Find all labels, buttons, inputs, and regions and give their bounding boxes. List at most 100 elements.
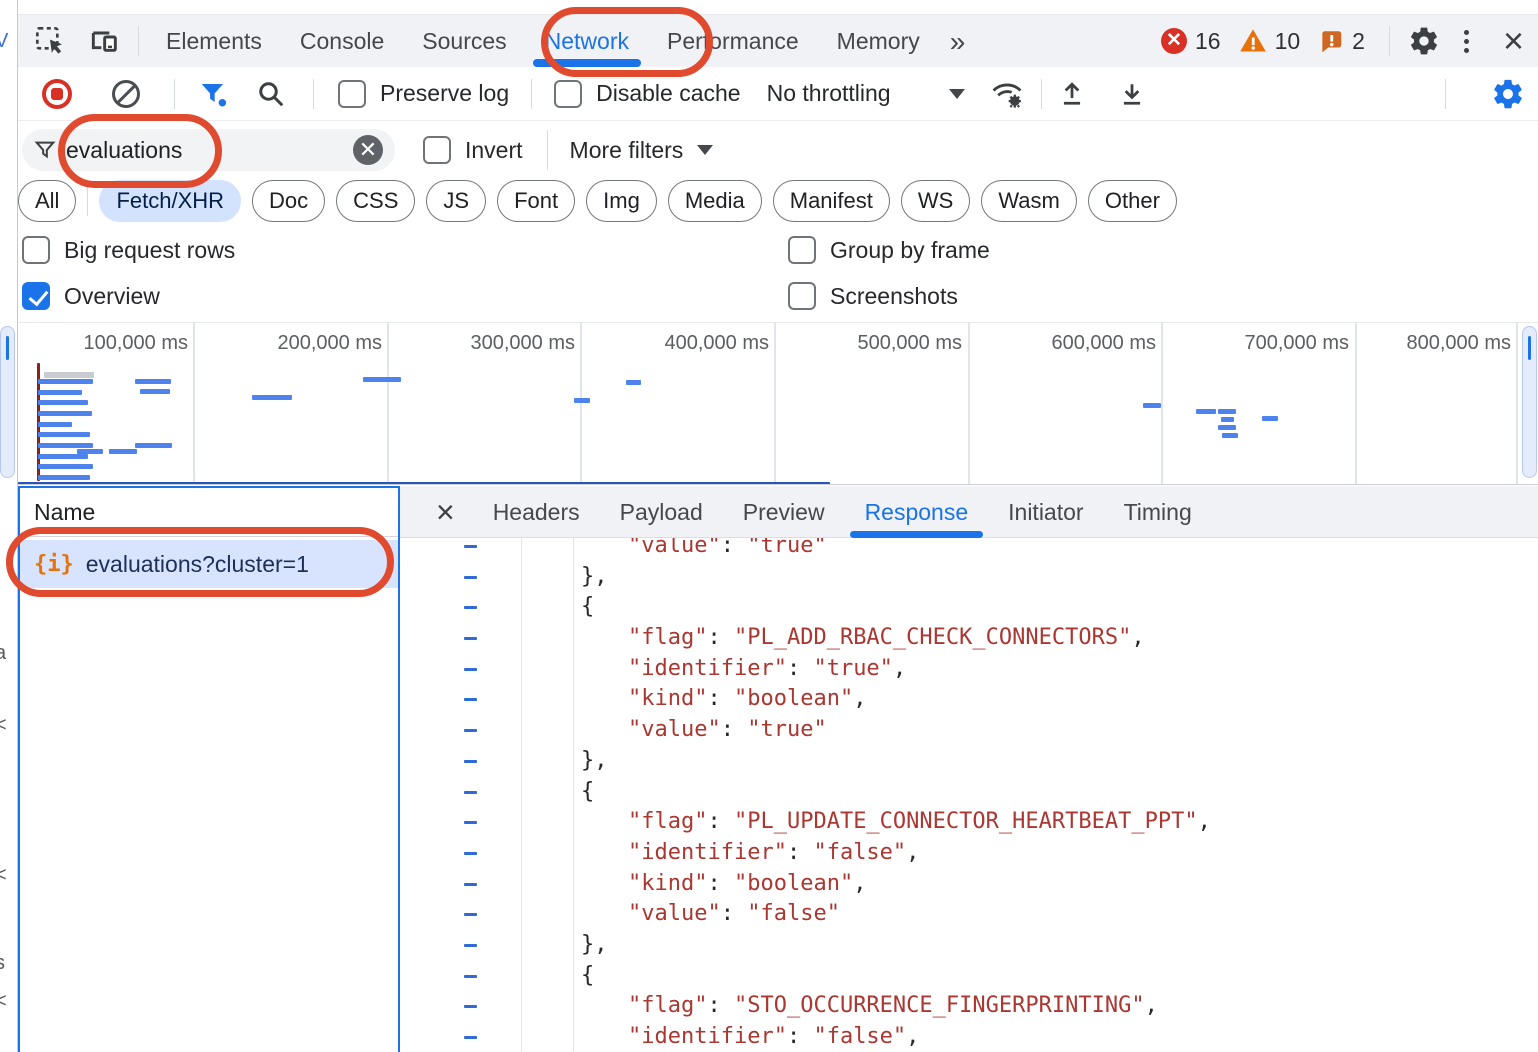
network-conditions-icon[interactable]: [987, 74, 1027, 114]
export-har-icon[interactable]: [1112, 74, 1152, 114]
throttling-select[interactable]: No throttling: [767, 80, 891, 107]
issues-count[interactable]: 2: [1352, 28, 1365, 55]
line-fold-dash-icon[interactable]: [464, 760, 477, 763]
line-fold-dash-icon[interactable]: [464, 545, 477, 548]
line-fold-dash-icon[interactable]: [464, 1005, 477, 1008]
import-har-icon[interactable]: [1052, 74, 1092, 114]
line-fold-dash-icon[interactable]: [464, 852, 477, 855]
name-column-header[interactable]: Name: [20, 488, 398, 537]
line-fold-dash-icon[interactable]: [464, 1036, 477, 1039]
throttling-caret-icon[interactable]: [949, 89, 965, 99]
line-fold-dash-icon[interactable]: [464, 791, 477, 794]
big-request-rows-checkbox[interactable]: [22, 236, 50, 264]
code-line: "kind": "boolean",: [400, 684, 1538, 715]
tab-performance[interactable]: Performance: [651, 15, 815, 68]
inspect-element-icon[interactable]: [30, 21, 70, 61]
tab-memory[interactable]: Memory: [821, 15, 936, 68]
more-options-kebab-icon[interactable]: [1452, 30, 1481, 53]
chip-media[interactable]: Media: [668, 180, 762, 222]
filter-input[interactable]: [66, 137, 296, 164]
network-overview-timeline[interactable]: 100,000 ms200,000 ms300,000 ms400,000 ms…: [18, 322, 1538, 485]
clear-network-log-icon[interactable]: [112, 80, 140, 108]
detail-tab-response[interactable]: Response: [848, 486, 986, 538]
detail-tab-headers[interactable]: Headers: [476, 486, 597, 538]
overview-checkbox[interactable]: [22, 282, 50, 310]
tab-sources[interactable]: Sources: [406, 15, 522, 68]
code-line: "identifier": "true",: [400, 654, 1538, 685]
timeline-tick-label: 500,000 ms: [857, 332, 962, 355]
record-network-log-icon[interactable]: [42, 79, 72, 109]
line-fold-dash-icon[interactable]: [464, 576, 477, 579]
line-fold-dash-icon[interactable]: [464, 975, 477, 978]
filter-input-container[interactable]: ✕: [22, 129, 395, 171]
device-toolbar-icon[interactable]: [84, 21, 124, 61]
line-fold-dash-icon[interactable]: [464, 913, 477, 916]
filter-funnel-icon: [34, 139, 56, 161]
chip-css[interactable]: CSS: [336, 180, 415, 222]
preserve-log-checkbox[interactable]: [338, 80, 366, 108]
warnings-count[interactable]: 10: [1275, 28, 1301, 55]
request-type-chips: All Fetch/XHR Doc CSS JS Font Img Media Manifest…: [18, 179, 1538, 223]
line-fold-dash-icon[interactable]: [464, 821, 477, 824]
detail-tab-initiator[interactable]: Initiator: [991, 486, 1100, 538]
code-line: "kind": "boolean",: [400, 869, 1538, 900]
line-fold-dash-icon[interactable]: [464, 606, 477, 609]
chip-js[interactable]: JS: [426, 180, 486, 222]
screenshots-checkbox[interactable]: [788, 282, 816, 310]
code-line: "flag": "PL_ADD_RBAC_CHECK_CONNECTORS",: [400, 623, 1538, 654]
timeline-right-grip[interactable]: [1522, 326, 1537, 478]
tab-elements[interactable]: Elements: [150, 15, 278, 68]
request-detail-pane: × HeadersPayloadPreviewResponseInitiator…: [400, 486, 1538, 1052]
response-viewer[interactable]: "value": "true"},{"flag": "PL_ADD_RBAC_C…: [400, 538, 1538, 1052]
chip-manifest[interactable]: Manifest: [773, 180, 890, 222]
big-request-rows-label: Big request rows: [64, 237, 235, 264]
line-fold-dash-icon[interactable]: [464, 668, 477, 671]
issues-icon[interactable]: [1318, 28, 1344, 54]
search-icon[interactable]: [251, 74, 291, 114]
timeline-request-bar: [135, 379, 171, 384]
code-line: {: [400, 777, 1538, 808]
timeline-gridline: [193, 323, 195, 485]
settings-gear-icon[interactable]: [1404, 21, 1444, 61]
chip-img[interactable]: Img: [586, 180, 657, 222]
line-fold-dash-icon[interactable]: [464, 729, 477, 732]
chip-other[interactable]: Other: [1088, 180, 1177, 222]
request-row[interactable]: {i} evaluations?cluster=1: [20, 540, 398, 588]
chip-wasm[interactable]: Wasm: [981, 180, 1077, 222]
chip-ws[interactable]: WS: [901, 180, 970, 222]
clear-filter-icon[interactable]: ✕: [353, 135, 383, 165]
timeline-request-bar: [38, 443, 93, 448]
warnings-icon[interactable]: [1239, 28, 1267, 54]
timeline-left-grip[interactable]: [0, 326, 15, 478]
timeline-gridline: [968, 323, 970, 485]
page-text-fragment: a: [0, 642, 6, 665]
detail-tab-preview[interactable]: Preview: [726, 486, 842, 538]
timeline-request-bar: [140, 389, 170, 394]
chip-font[interactable]: Font: [497, 180, 575, 222]
chip-all[interactable]: All: [18, 180, 76, 222]
close-devtools-icon[interactable]: ×: [1489, 16, 1538, 66]
line-fold-dash-icon[interactable]: [464, 883, 477, 886]
network-settings-gear-icon[interactable]: [1488, 74, 1528, 114]
code-line: "identifier": "false",: [400, 1022, 1538, 1052]
errors-icon[interactable]: ✕: [1161, 28, 1187, 54]
line-fold-dash-icon[interactable]: [464, 637, 477, 640]
detail-tab-timing[interactable]: Timing: [1107, 486, 1209, 538]
chip-fetch-xhr[interactable]: Fetch/XHR: [99, 180, 241, 222]
close-detail-icon[interactable]: ×: [436, 488, 455, 536]
timeline-gridline: [774, 323, 776, 485]
errors-count[interactable]: 16: [1195, 28, 1221, 55]
group-by-frame-checkbox[interactable]: [788, 236, 816, 264]
code-line: {: [400, 961, 1538, 992]
line-fold-dash-icon[interactable]: [464, 698, 477, 701]
tab-console[interactable]: Console: [284, 15, 400, 68]
more-tabs-icon[interactable]: »: [942, 15, 974, 68]
tab-network[interactable]: Network: [529, 15, 645, 68]
detail-tab-payload[interactable]: Payload: [603, 486, 720, 538]
invert-checkbox[interactable]: [423, 136, 451, 164]
chip-doc[interactable]: Doc: [252, 180, 325, 222]
more-filters-button[interactable]: More filters: [570, 137, 684, 164]
filter-icon[interactable]: [193, 74, 233, 114]
line-fold-dash-icon[interactable]: [464, 944, 477, 947]
disable-cache-checkbox[interactable]: [554, 80, 582, 108]
